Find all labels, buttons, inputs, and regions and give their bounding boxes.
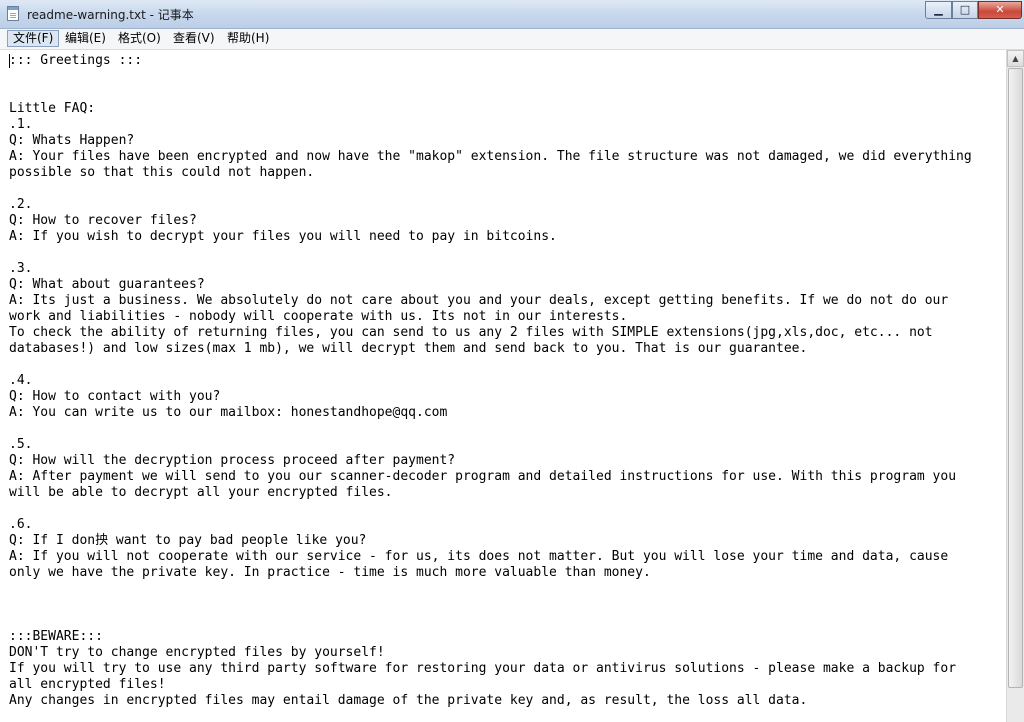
text-caret [9,54,10,68]
menu-help[interactable]: 帮助(H) [222,30,274,47]
menu-file[interactable]: 文件(F) [7,30,60,47]
text-editor[interactable]: ::: Greetings ::: Little FAQ: .1. Q: Wha… [6,50,1006,722]
scrollbar-thumb[interactable] [1008,68,1023,688]
menu-edit[interactable]: 编辑(E) [60,30,111,47]
scroll-up-arrow-icon[interactable]: ▲ [1007,50,1024,67]
title-bar[interactable]: readme-warning.txt - 记事本 ▁ □ ✕ [0,0,1024,29]
close-button[interactable]: ✕ [978,1,1022,19]
maximize-button[interactable]: □ [952,1,978,19]
menu-bar: 文件(F) 编辑(E) 格式(O) 查看(V) 帮助(H) [0,29,1024,50]
minimize-button[interactable]: ▁ [925,1,952,19]
menu-view[interactable]: 查看(V) [168,30,220,47]
notepad-window: readme-warning.txt - 记事本 ▁ □ ✕ 文件(F) 编辑(… [0,0,1024,722]
menu-format[interactable]: 格式(O) [113,30,166,47]
window-title: readme-warning.txt - 记事本 [27,8,194,22]
notepad-icon [7,6,19,21]
document-text[interactable]: ::: Greetings ::: Little FAQ: .1. Q: Wha… [6,50,1006,709]
